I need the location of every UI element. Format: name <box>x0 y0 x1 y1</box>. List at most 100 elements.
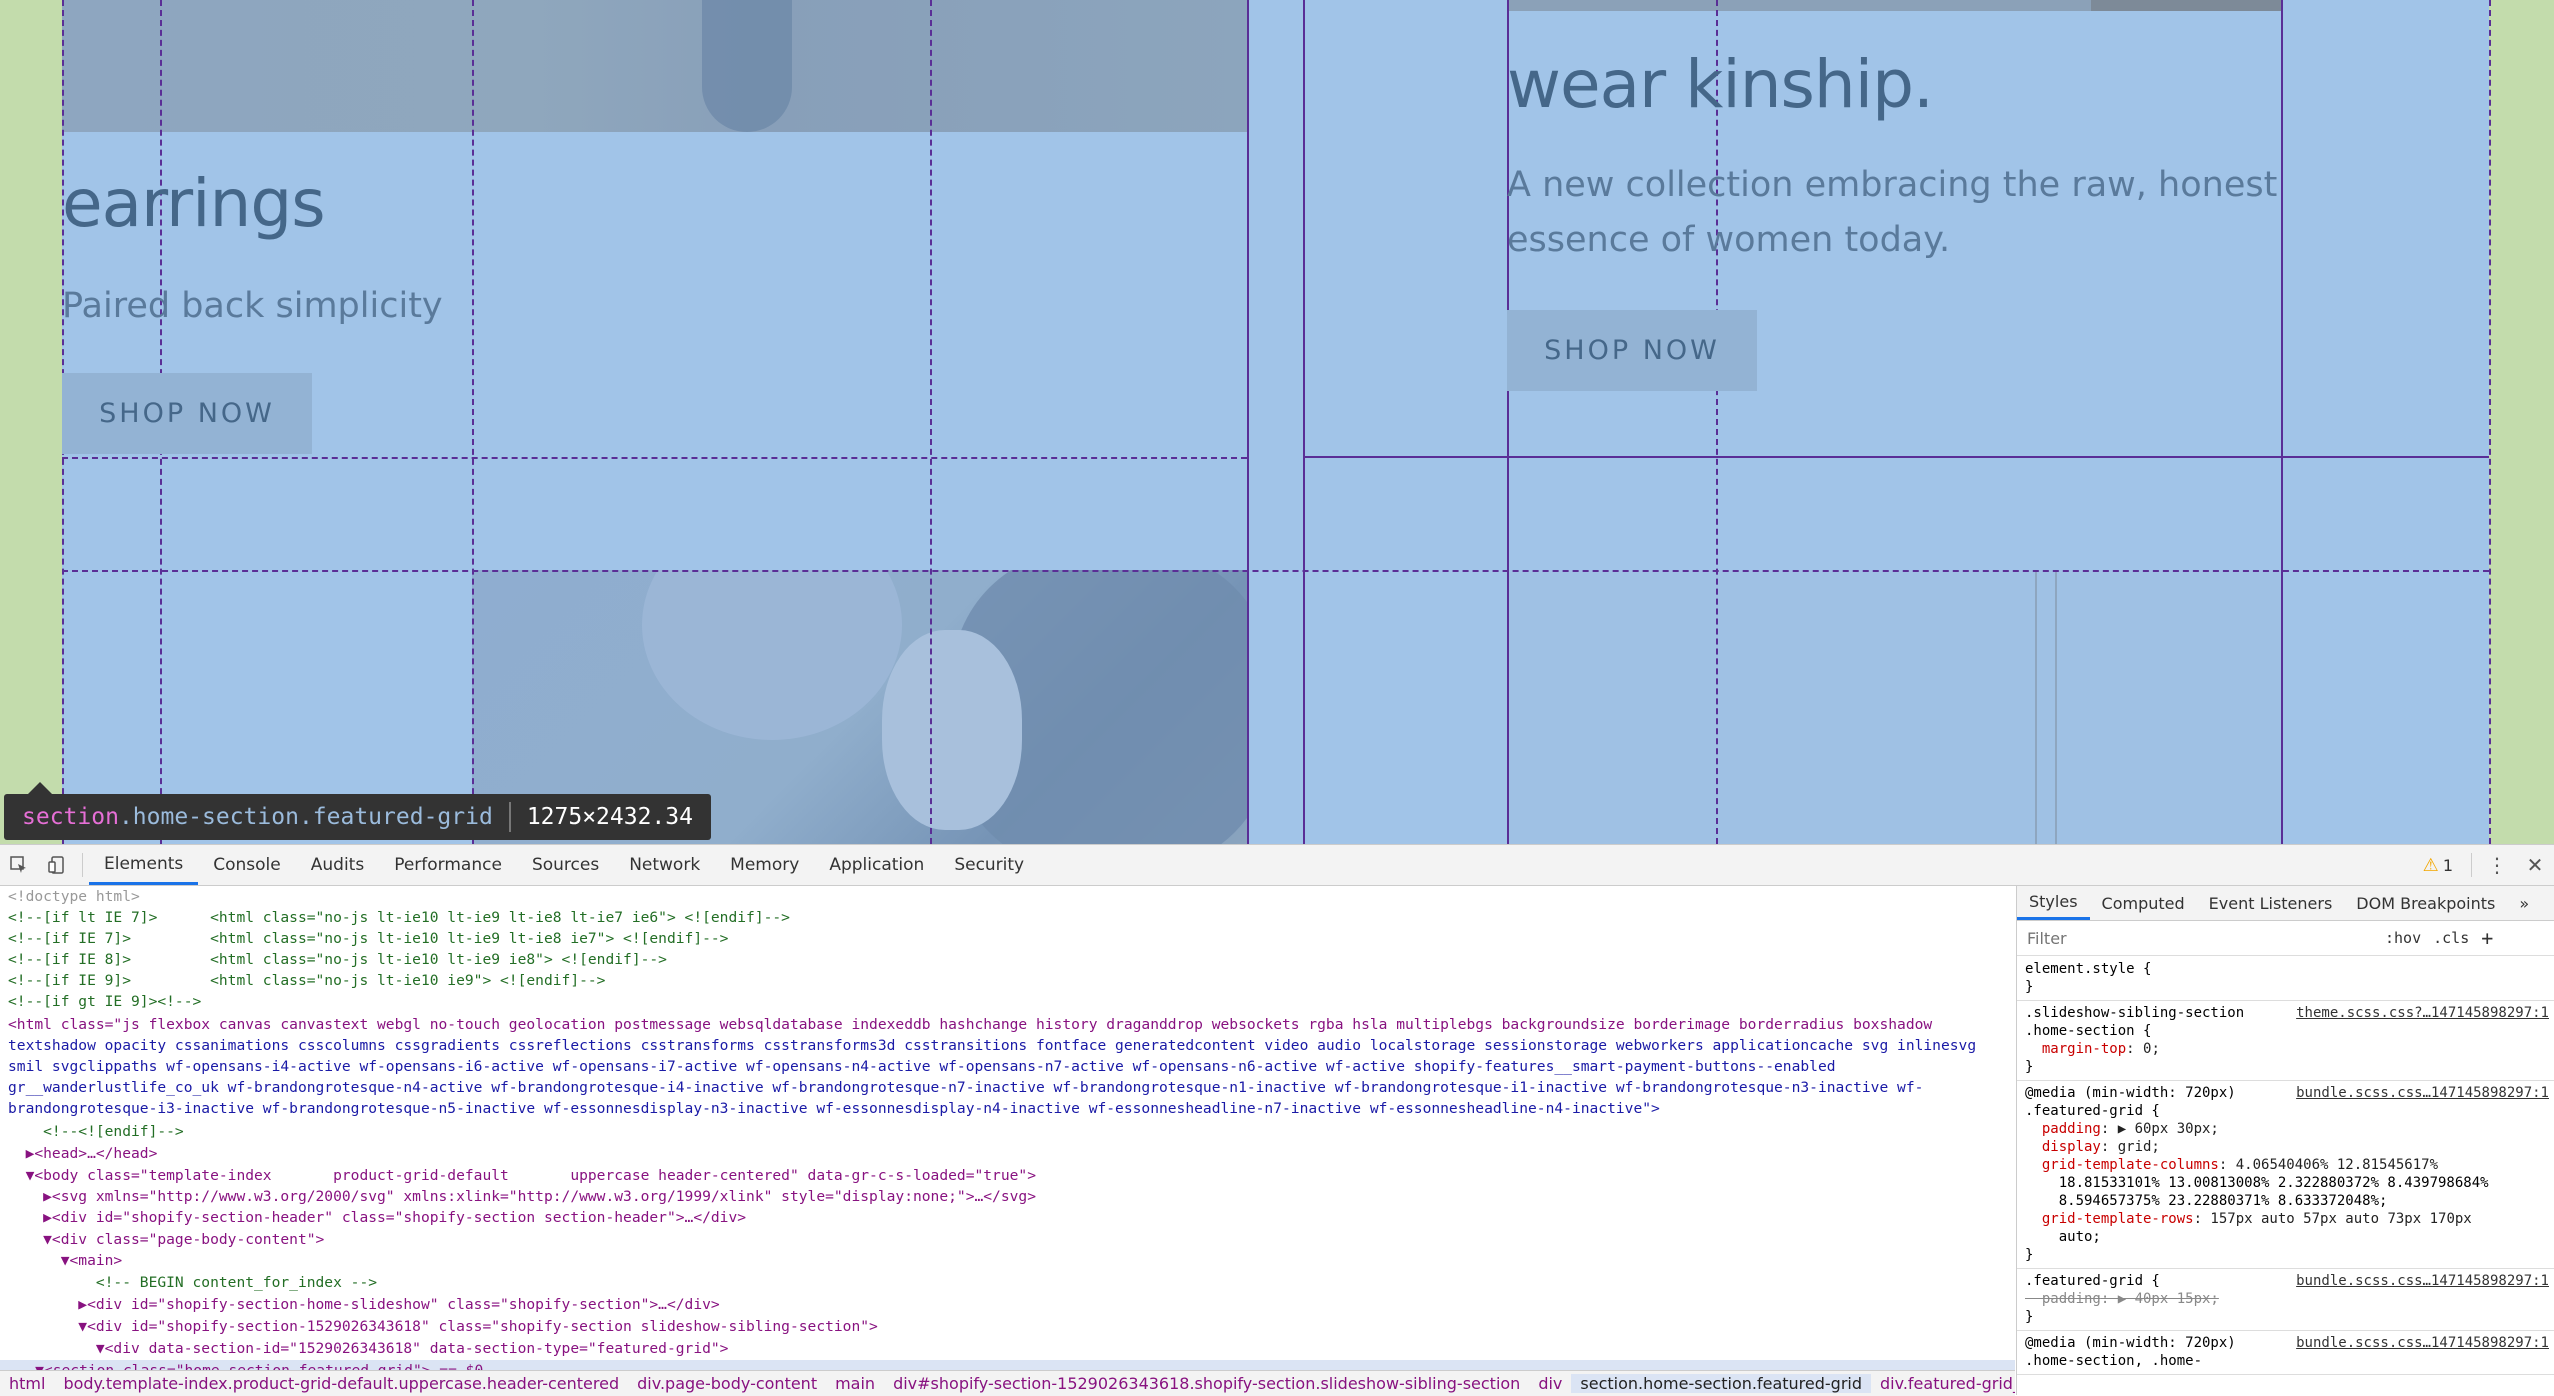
photo-top-right[interactable] <box>1507 0 2281 11</box>
dom-line[interactable]: <!--[if IE 8]> <html class="no-js lt-ie1… <box>8 949 667 970</box>
style-rule[interactable]: element.style {} <box>2017 960 2554 996</box>
grid-line <box>2489 0 2491 844</box>
tab-memory[interactable]: Memory <box>715 845 814 885</box>
right-promo-title: wear kinship. <box>1507 46 1934 123</box>
rule-line: @media (min-width: 720px) <box>2025 1085 2236 1101</box>
dom-line[interactable]: <!--[if IE 7]> <html class="no-js lt-ie1… <box>8 928 728 949</box>
warnings-counter[interactable]: ⚠ 1 <box>2411 855 2465 876</box>
grid-line <box>62 457 1247 459</box>
rule-divider <box>2017 1000 2554 1001</box>
dom-line[interactable]: <!--[if IE 9]> <html class="no-js lt-ie1… <box>8 970 605 991</box>
tab-sources[interactable]: Sources <box>517 845 614 885</box>
tooltip-classes: .home-section.featured-grid <box>118 804 493 830</box>
devtools-toolbar: Elements Console Audits Performance Sources N… <box>0 845 2554 886</box>
rule-line: element.style { <box>2025 961 2152 977</box>
tab-security[interactable]: Security <box>939 845 1039 885</box>
tooltip-size: 1275×2432.34 <box>526 804 693 830</box>
toolbar-divider <box>82 853 83 877</box>
dom-line[interactable]: ▼<main> <box>8 1250 123 1271</box>
grid-line <box>1303 456 2489 458</box>
rule-line: grid-template-columns: 4.06540406% 12.81… <box>2025 1157 2439 1173</box>
class-toggle[interactable]: .cls <box>2427 929 2475 947</box>
styles-filter-input[interactable] <box>2025 927 2379 949</box>
dom-line[interactable]: textshadow opacity cssanimations csscolu… <box>8 1035 1976 1056</box>
rule-line: .home-section { <box>2025 1023 2152 1039</box>
style-rule[interactable]: theme.scss.css?…147145898297:1 .slideshow… <box>2017 1004 2554 1076</box>
rule-line: .home-section, .home- <box>2025 1353 2203 1369</box>
rule-line: auto; <box>2025 1229 2101 1245</box>
styles-filter-bar: :hov .cls + <box>2017 921 2554 956</box>
left-promo-subtitle: Paired back simplicity <box>62 286 443 326</box>
tab-network[interactable]: Network <box>614 845 715 885</box>
tab-elements[interactable]: Elements <box>89 845 199 885</box>
more-options-icon[interactable]: ⋮ <box>2478 845 2516 885</box>
dom-line[interactable]: ▼<div class="page-body-content"> <box>8 1229 324 1250</box>
grid-line <box>472 0 474 844</box>
dom-line[interactable]: brandongrotesque-i3-inactive wf-brandong… <box>8 1098 1660 1119</box>
dom-line[interactable]: <html class="js flexbox canvas canvastex… <box>8 1014 1932 1035</box>
style-rule[interactable]: bundle.scss.css…147145898297:1 .featured-… <box>2017 1272 2554 1326</box>
dom-line[interactable]: <!--[if lt IE 7]> <html class="no-js lt-… <box>8 907 790 928</box>
inspect-element-icon[interactable] <box>0 845 38 885</box>
tab-performance[interactable]: Performance <box>379 845 517 885</box>
left-shop-now-button[interactable]: SHOP NOW <box>62 373 312 454</box>
styles-tab-computed[interactable]: Computed <box>2090 886 2197 920</box>
grid-line <box>2281 0 2283 844</box>
photo-top-left[interactable] <box>62 0 1247 132</box>
dom-line[interactable]: ▶<svg xmlns="http://www.w3.org/2000/svg"… <box>8 1186 1036 1207</box>
styles-tab-event-listeners[interactable]: Event Listeners <box>2197 886 2345 920</box>
rule-line: display: grid; <box>2025 1139 2160 1155</box>
dom-line[interactable]: ▼<div data-section-id="1529026343618" da… <box>8 1338 729 1359</box>
breadcrumb-item[interactable]: html <box>0 1374 54 1393</box>
styles-tabs: Styles Computed Event Listeners DOM Breakpo… <box>2017 886 2554 921</box>
breadcrumb-item[interactable]: body.template-index.product-grid-default… <box>54 1374 628 1393</box>
breadcrumb-item[interactable]: div.featured-grid__item <box>1871 1374 2015 1393</box>
inspect-tooltip: section .home-section.featured-grid 1275×… <box>4 782 711 840</box>
breadcrumb-item[interactable]: div#shopify-section-1529026343618.shopif… <box>884 1374 1529 1393</box>
rule-line: @media (min-width: 720px) <box>2025 1335 2236 1351</box>
toolbar-right: ⚠ 1 ⋮ ✕ <box>2411 845 2554 885</box>
page-viewport: earrings Paired back simplicity SHOP NOW… <box>0 0 2554 844</box>
hover-state-toggle[interactable]: :hov <box>2379 929 2427 947</box>
styles-tab-styles[interactable]: Styles <box>2017 886 2090 920</box>
style-rule[interactable]: bundle.scss.css…147145898297:1 @media (mi… <box>2017 1084 2554 1264</box>
dom-line[interactable]: <!doctype html> <box>8 886 140 907</box>
dom-line[interactable]: <!--<![endif]--> <box>8 1121 184 1142</box>
grid-line <box>62 570 2489 572</box>
dom-line[interactable]: ▶<head>…</head> <box>8 1143 158 1164</box>
close-devtools-icon[interactable]: ✕ <box>2516 845 2554 885</box>
tab-audits[interactable]: Audits <box>296 845 379 885</box>
devtools-panel: Elements Console Audits Performance Sources N… <box>0 844 2554 1396</box>
tab-application[interactable]: Application <box>814 845 939 885</box>
grid-line <box>930 0 932 844</box>
dom-line[interactable]: <!--[if gt IE 9]><!--> <box>8 991 201 1012</box>
dom-line[interactable]: smil svgclippaths wf-opensans-i4-active … <box>8 1056 1836 1077</box>
photo-bottom-right[interactable] <box>1507 570 2281 844</box>
warning-icon: ⚠ <box>2422 854 2439 876</box>
elements-tree[interactable]: <!doctype html> <!--[if lt IE 7]> <html c… <box>0 886 2015 1395</box>
dom-line[interactable]: ▼<body class="template-index product-gri… <box>8 1165 1036 1186</box>
warning-count: 1 <box>2442 855 2453 875</box>
rule-line: } <box>2025 1309 2034 1325</box>
rule-line: } <box>2025 979 2034 995</box>
breadcrumb-item[interactable]: main <box>826 1374 884 1393</box>
dom-line[interactable]: <!-- BEGIN content_for_index --> <box>8 1272 377 1293</box>
grid-line <box>1716 0 1718 844</box>
dom-line[interactable]: ▶<div id="shopify-section-header" class=… <box>8 1207 746 1228</box>
rule-line: grid-template-rows: 157px auto 57px auto… <box>2025 1211 2472 1227</box>
breadcrumb-item[interactable]: div.page-body-content <box>628 1374 826 1393</box>
breadcrumb-item[interactable]: section.home-section.featured-grid <box>1571 1374 1871 1393</box>
device-toolbar-icon[interactable] <box>38 845 76 885</box>
right-shop-now-button[interactable]: SHOP NOW <box>1507 310 1757 391</box>
new-rule-icon[interactable]: + <box>2475 926 2499 950</box>
tab-console[interactable]: Console <box>198 845 296 885</box>
grid-line <box>1247 0 1249 844</box>
dom-line[interactable]: gr__wanderlustlife_co_uk wf-brandongrote… <box>8 1077 1923 1098</box>
dom-line[interactable]: ▼<div id="shopify-section-1529026343618"… <box>8 1316 878 1337</box>
more-tabs-icon[interactable]: » <box>2507 886 2541 920</box>
styles-tab-dom-breakpoints[interactable]: DOM Breakpoints <box>2344 886 2507 920</box>
dom-line[interactable]: ▶<div id="shopify-section-home-slideshow… <box>8 1294 719 1315</box>
breadcrumb-item[interactable]: div <box>1529 1374 1571 1393</box>
style-rule[interactable]: bundle.scss.css…147145898297:1 @media (mi… <box>2017 1334 2554 1370</box>
rule-line: padding: ▶ 40px 15px; <box>2025 1291 2219 1307</box>
